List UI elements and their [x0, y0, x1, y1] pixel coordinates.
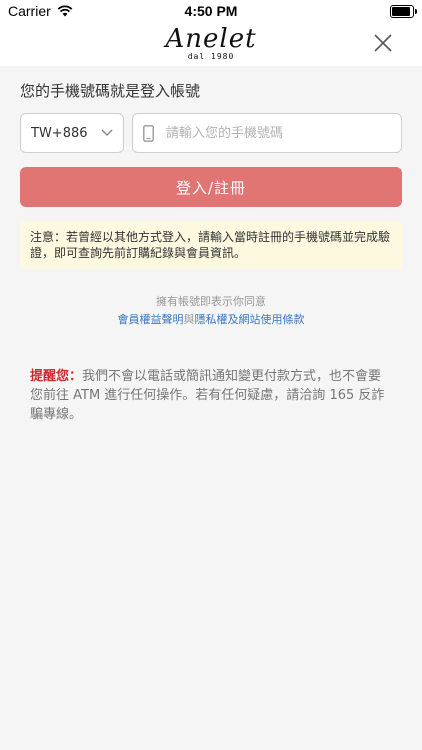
- country-code-select[interactable]: TW+886: [20, 113, 124, 153]
- agreement-conj: 與: [183, 313, 195, 326]
- brand-logo: Anelet: [165, 24, 257, 54]
- phone-icon: [143, 124, 154, 142]
- notice-box: 注意：若曾經以其他方式登入，請輸入當時註冊的手機號碼並完成驗證，即可查詢先前訂購…: [20, 221, 402, 269]
- phone-input-wrapper[interactable]: [132, 113, 402, 153]
- agreement-text: 擁有帳號即表示你同意 會員權益聲明與隱私權及網站使用條款: [20, 293, 402, 329]
- status-bar: Carrier 4:50 PM: [0, 0, 422, 22]
- login-content: 您的手機號碼就是登入帳號 TW+886 登入/註冊 注意：若曾經以其他方式登入，…: [20, 66, 402, 424]
- reminder-prefix: 提醒您：: [30, 369, 83, 384]
- phone-input[interactable]: [164, 124, 391, 142]
- phone-row: TW+886: [20, 113, 402, 153]
- country-code-value: TW+886: [31, 125, 88, 141]
- header: Anelet dal 1980: [0, 22, 422, 66]
- reminder-text: 我們不會以電話或簡訊通知變更付款方式，也不會要您前往 ATM 進行任何操作。若有…: [30, 369, 385, 422]
- terms-link[interactable]: 會員權益聲明: [118, 313, 184, 326]
- fraud-reminder: 提醒您：我們不會以電話或簡訊通知變更付款方式，也不會要您前往 ATM 進行任何操…: [20, 367, 402, 424]
- battery-icon: [390, 5, 417, 18]
- chevron-down-icon: [101, 129, 113, 136]
- login-register-button[interactable]: 登入/註冊: [20, 167, 402, 207]
- close-icon: [374, 34, 392, 52]
- status-time: 4:50 PM: [184, 3, 238, 19]
- agreement-links: 會員權益聲明與隱私權及網站使用條款: [20, 311, 402, 329]
- brand-logo-sub: dal 1980: [187, 52, 235, 61]
- close-button[interactable]: [372, 32, 394, 54]
- privacy-link[interactable]: 隱私權及網站使用條款: [195, 313, 305, 326]
- phone-label: 您的手機號碼就是登入帳號: [20, 82, 201, 100]
- agreement-prefix: 擁有帳號即表示你同意: [156, 295, 266, 308]
